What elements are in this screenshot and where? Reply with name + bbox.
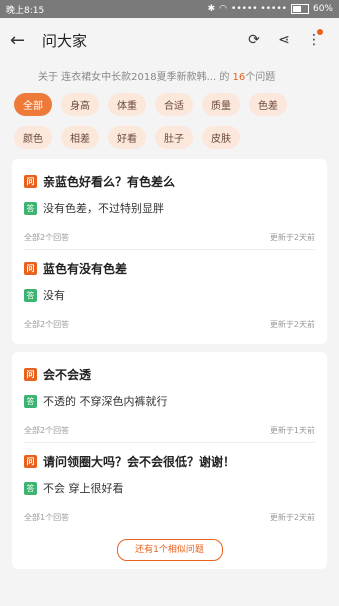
question-item[interactable]: 问请问领圈大吗？会不会很低？谢谢！ 答不会 穿上很好看 全部1个回答 更新于2天前	[24, 442, 315, 529]
summary-suffix: 个问题	[245, 72, 276, 83]
status-bar: 晚上8:15 ✱ ◠ ••••• ••••• 60%	[0, 0, 339, 18]
answer-badge: 答	[24, 394, 37, 408]
more-menu-icon[interactable]: ⋮	[299, 29, 329, 48]
back-arrow-icon[interactable]: ←	[10, 30, 36, 51]
question-card: 问亲蓝色好看么？有色差么 答没有色差，不过特别显胖 全部2个回答 更新于2天前 问…	[12, 159, 327, 344]
status-time: 晚上8:15	[6, 5, 45, 16]
question-badge: 问	[24, 262, 37, 275]
tag-filter: 全部 身高 体重 合适 质量 色差 颜色 相差 好看 肚子 皮肤	[0, 93, 339, 149]
answer-badge: 答	[24, 481, 37, 495]
update-time: 更新于2天前	[269, 233, 315, 242]
tag-skin[interactable]: 皮肤	[202, 126, 240, 149]
answer-badge: 答	[24, 288, 37, 302]
question-card: 问会不会透 答不透的 不穿深色内裤就行 全部2个回答 更新于1天前 问请问领圈大吗…	[12, 352, 327, 569]
question-item[interactable]: 问会不会透 答不透的 不穿深色内裤就行 全部2个回答 更新于1天前	[24, 356, 315, 442]
tag-belly[interactable]: 肚子	[155, 126, 193, 149]
bluetooth-icon: ✱	[207, 4, 216, 14]
similar-questions-button[interactable]: 还有1个相似问题	[116, 539, 223, 561]
tag-color[interactable]: 颜色	[14, 126, 52, 149]
tag-height[interactable]: 身高	[61, 93, 99, 116]
question-item[interactable]: 问亲蓝色好看么？有色差么 答没有色差，不过特别显胖 全部2个回答 更新于2天前	[24, 163, 315, 249]
tag-weight[interactable]: 体重	[108, 93, 146, 116]
refresh-icon[interactable]: ⟳	[239, 32, 269, 48]
summary-connector: 的	[216, 72, 233, 83]
question-badge: 问	[24, 455, 37, 468]
question-item[interactable]: 问蓝色有没有色差 答没有 全部2个回答 更新于2天前	[24, 249, 315, 336]
page-title: 问大家	[42, 31, 88, 50]
answer-text: 没有色差，不过特别显胖	[43, 202, 164, 215]
answer-badge: 答	[24, 201, 37, 215]
question-text: 蓝色有没有色差	[43, 262, 128, 276]
battery-percent: 60%	[312, 4, 333, 14]
answer-count: 全部2个回答	[24, 320, 70, 329]
answer-text: 不透的 不穿深色内裤就行	[43, 395, 168, 408]
tag-row: 颜色 相差 好看 肚子 皮肤	[14, 126, 325, 149]
answer-text: 没有	[43, 289, 65, 302]
nav-bar: ← 问大家 ⟳ ⋖ ⋮	[0, 18, 339, 62]
tag-difference[interactable]: 相差	[61, 126, 99, 149]
question-text: 请问领圈大吗？会不会很低？谢谢！	[43, 455, 236, 469]
wifi-icon: ◠	[219, 4, 228, 14]
tag-fit[interactable]: 合适	[155, 93, 193, 116]
answer-count: 全部1个回答	[24, 513, 70, 522]
tag-all[interactable]: 全部	[14, 93, 52, 116]
signal-indicator: ••••• •••••	[231, 4, 287, 14]
question-badge: 问	[24, 175, 37, 188]
question-text: 亲蓝色好看么？有色差么	[43, 175, 176, 189]
battery-icon	[290, 4, 309, 14]
question-text: 会不会透	[43, 368, 92, 382]
update-time: 更新于1天前	[269, 426, 315, 435]
tag-row: 全部 身高 体重 合适 质量 色差	[14, 93, 325, 116]
question-count: 16	[232, 72, 246, 83]
answer-count: 全部2个回答	[24, 426, 70, 435]
answer-count: 全部2个回答	[24, 233, 70, 242]
update-time: 更新于2天前	[269, 513, 315, 522]
tag-quality[interactable]: 质量	[202, 93, 240, 116]
notification-dot	[317, 29, 323, 35]
product-question-summary: 关于 连衣裙女中长款2018夏季新款韩... 的 16个问题	[0, 62, 339, 93]
share-icon[interactable]: ⋖	[269, 32, 299, 48]
product-title[interactable]: 关于 连衣裙女中长款2018夏季新款韩...	[38, 72, 216, 83]
question-badge: 问	[24, 368, 37, 381]
update-time: 更新于2天前	[269, 320, 315, 329]
tag-color-diff[interactable]: 色差	[249, 93, 287, 116]
answer-text: 不会 穿上很好看	[43, 482, 124, 495]
tag-looks[interactable]: 好看	[108, 126, 146, 149]
